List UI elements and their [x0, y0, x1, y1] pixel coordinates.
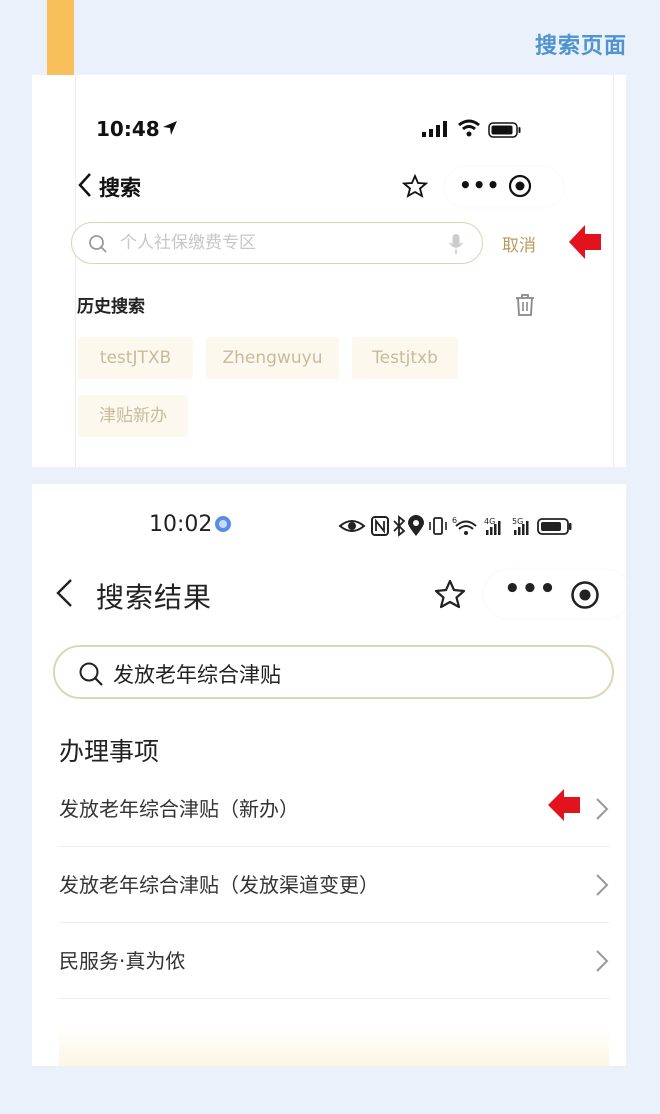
svg-text:4G: 4G	[484, 517, 495, 526]
location-arrow-icon	[161, 119, 179, 141]
vibrate-icon	[429, 517, 447, 535]
history-title: 历史搜索	[77, 297, 145, 317]
list-item[interactable]: 民服务·真为侬	[59, 923, 609, 999]
section-title: 办理事项	[59, 737, 160, 766]
search-icon	[88, 234, 108, 258]
status-icons: 6 4G 5G	[338, 514, 608, 542]
banner-card	[59, 1026, 609, 1066]
search-bar	[71, 222, 483, 264]
page-title: 搜索页面	[534, 34, 627, 59]
search-results-panel: 10:02 6 4G 5G 搜索结果 ••• 发放老年综合津贴 办理事项 发放老…	[32, 484, 626, 1066]
target-icon[interactable]	[508, 174, 532, 202]
list-item[interactable]: 发放老年综合津贴（新办）	[59, 771, 609, 847]
eye-icon	[338, 520, 366, 532]
nav-title: 搜索	[99, 176, 141, 200]
trash-icon[interactable]	[514, 293, 536, 321]
search-input[interactable]: 发放老年综合津贴	[113, 659, 281, 689]
battery-icon	[537, 518, 572, 535]
wifi-icon	[457, 119, 481, 141]
divider-left	[75, 75, 76, 467]
list-item[interactable]: 发放老年综合津贴（发放渠道变更）	[59, 847, 609, 923]
wifi-icon: 6	[452, 516, 477, 535]
history-chip[interactable]: Zhengwuyu	[206, 337, 339, 379]
star-icon[interactable]	[434, 579, 466, 613]
signal-5g-icon: 5G	[512, 517, 529, 535]
red-arrow-icon	[546, 787, 582, 827]
location-pin-icon	[408, 515, 424, 536]
signal-4g-icon: 4G	[484, 517, 501, 535]
history-chip[interactable]: 津贴新办	[78, 395, 188, 437]
more-dots-icon[interactable]: •••	[459, 173, 500, 197]
chevron-right-icon	[595, 949, 609, 977]
search-screen-panel: 10:48 搜索 ••• 取消 历史搜索 testJTXB Zhengwu	[32, 75, 626, 467]
svg-text:6: 6	[452, 516, 457, 525]
chevron-right-icon	[595, 797, 609, 825]
search-bar[interactable]: 发放老年综合津贴	[53, 645, 614, 699]
battery-icon	[488, 122, 522, 142]
list-item-label: 发放老年综合津贴（新办）	[59, 797, 299, 821]
divider-right	[613, 75, 614, 467]
history-chip[interactable]: testJTXB	[78, 337, 193, 379]
status-time: 10:02	[149, 512, 213, 537]
list-item-label: 民服务·真为侬	[59, 949, 186, 973]
list-item-label: 发放老年综合津贴（发放渠道变更）	[59, 873, 379, 897]
signal-icon	[422, 121, 450, 141]
more-dots-icon[interactable]: •••	[504, 574, 557, 604]
star-icon[interactable]	[401, 173, 429, 202]
search-icon	[78, 661, 104, 691]
red-arrow-icon	[567, 223, 603, 265]
mic-icon[interactable]	[449, 234, 463, 258]
history-chip[interactable]: Testjtxb	[352, 337, 458, 379]
nav-title: 搜索结果	[96, 581, 213, 614]
target-icon[interactable]	[570, 580, 600, 614]
svg-text:5G: 5G	[512, 517, 523, 526]
chevron-right-icon	[595, 873, 609, 901]
nfc-icon	[371, 516, 389, 536]
status-badge-icon	[215, 516, 231, 532]
back-chevron-icon[interactable]	[77, 172, 93, 202]
bluetooth-icon	[393, 515, 406, 537]
back-chevron-icon[interactable]	[54, 578, 74, 612]
status-time: 10:48	[96, 117, 160, 141]
search-input[interactable]	[120, 231, 440, 255]
cancel-button[interactable]: 取消	[502, 231, 536, 256]
